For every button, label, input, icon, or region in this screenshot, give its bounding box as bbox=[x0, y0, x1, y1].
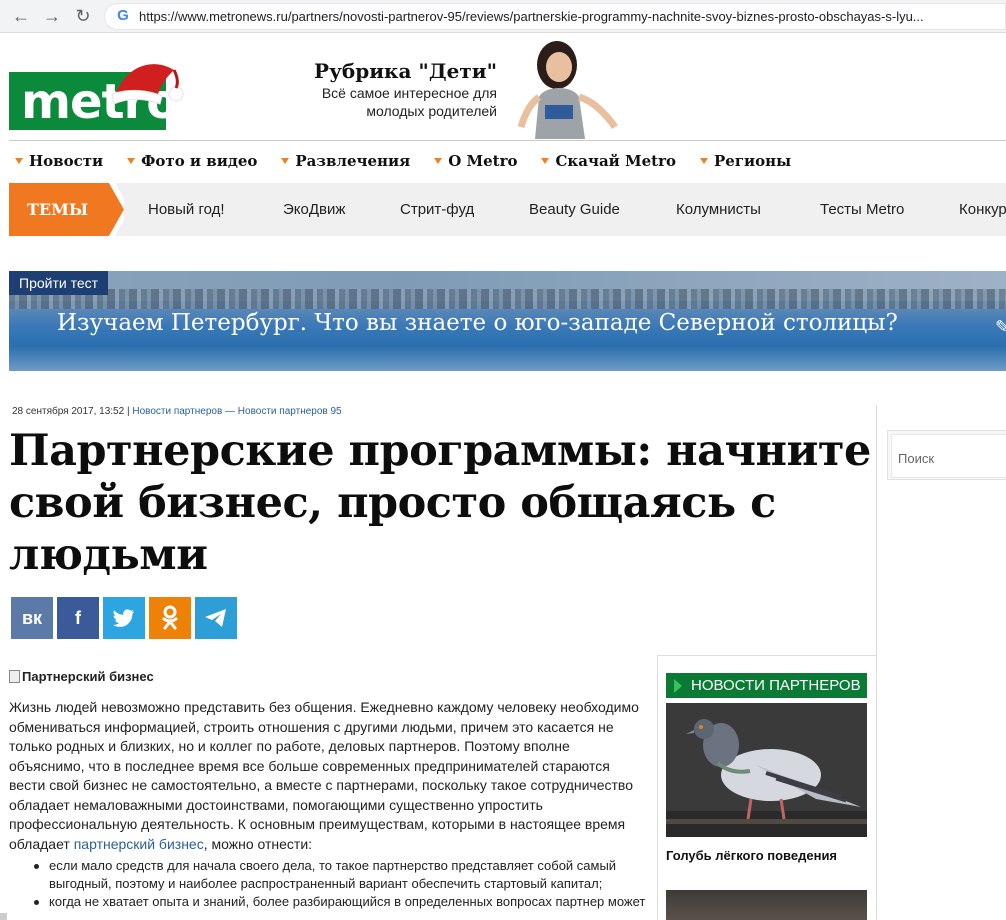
bullet-icon bbox=[34, 864, 39, 869]
browser-toolbar: ← → ↻ G https://www.metronews.ru/partner… bbox=[0, 0, 1006, 33]
promo-title[interactable]: Рубрика "Дети" bbox=[300, 59, 497, 83]
article-title: Партнерские программы: начните свой бизн… bbox=[9, 426, 871, 580]
share-facebook-button[interactable]: f bbox=[57, 597, 99, 639]
nav-item-photo-video[interactable]: Фото и видео bbox=[121, 148, 257, 174]
pencil-icon: ✎ bbox=[995, 317, 1006, 337]
google-icon: G bbox=[117, 7, 129, 24]
nav-triangle-icon bbox=[541, 158, 550, 164]
take-test-badge[interactable]: Пройти тест bbox=[9, 271, 109, 295]
paragraph-text-end: , можно отнести: bbox=[203, 835, 313, 852]
banner-headline[interactable]: Изучаем Петербург. Что вы знаете о юго-з… bbox=[57, 310, 898, 336]
test-banner[interactable]: Пройти тест Изучаем Петербург. Что вы зн… bbox=[9, 271, 1006, 371]
nav-triangle-icon bbox=[15, 158, 23, 164]
nav-label: Скачай Metro bbox=[555, 152, 677, 170]
list-item-text: когда не хватает опыта и знаний, более р… bbox=[49, 894, 646, 909]
url-host: www.metronews.ru bbox=[178, 9, 288, 24]
list-item-text: если мало средств для начала своего дела… bbox=[49, 858, 617, 891]
address-bar[interactable]: G https://www.metronews.ru/partners/novo… bbox=[104, 3, 1006, 30]
column-divider bbox=[876, 405, 877, 920]
banner-skyline bbox=[9, 289, 1006, 309]
back-arrow-icon[interactable]: ← bbox=[10, 5, 32, 27]
share-twitter-button[interactable] bbox=[103, 597, 145, 639]
theme-new-year[interactable]: Новый год! bbox=[148, 201, 225, 218]
article-meta: 28 сентября 2017, 13:52 | Новости партне… bbox=[12, 406, 342, 417]
list-item: когда не хватает опыта и знаний, более р… bbox=[34, 893, 646, 911]
nav-item-about[interactable]: О Metro bbox=[428, 148, 517, 174]
advantages-list: если мало средств для начала своего дела… bbox=[34, 857, 646, 911]
vk-icon: вк bbox=[21, 607, 43, 628]
arrow-right-icon bbox=[674, 679, 682, 693]
partner-business-link[interactable]: партнерский бизнес bbox=[74, 836, 204, 852]
nav-label: Развлечения bbox=[295, 152, 411, 170]
search-widget: Поиск bbox=[887, 430, 1006, 480]
theme-contests[interactable]: Конкур bbox=[959, 201, 1006, 218]
share-odnoklassniki-button[interactable] bbox=[149, 597, 191, 639]
twitter-bird-icon bbox=[113, 609, 134, 627]
url-text[interactable]: https://www.metronews.ru/partners/novost… bbox=[139, 9, 924, 24]
partner-news-heading[interactable]: НОВОСТИ ПАРТНЕРОВ bbox=[666, 673, 867, 698]
article-date: 28 сентября 2017, 13:52 | bbox=[12, 406, 133, 417]
main-navigation: Новости Фото и видео Развлечения О Metro… bbox=[9, 148, 809, 174]
image-alt-text: Партнерский бизнес bbox=[22, 669, 154, 684]
partner-news-next-thumbnail[interactable] bbox=[666, 890, 867, 920]
theme-street-food[interactable]: Стрит-фуд bbox=[400, 201, 474, 218]
nav-item-regions[interactable]: Регионы bbox=[694, 148, 791, 174]
search-input[interactable]: Поиск bbox=[891, 434, 1006, 478]
page-corner-marker bbox=[0, 913, 7, 920]
paragraph-text: Жизнь людей невозможно представить без о… bbox=[9, 699, 639, 852]
share-vk-button[interactable]: вк bbox=[11, 597, 53, 639]
partner-news-heading-text: НОВОСТИ ПАРТНЕРОВ bbox=[691, 677, 861, 694]
nav-triangle-icon bbox=[127, 158, 136, 164]
list-item: если мало средств для начала своего дела… bbox=[34, 857, 646, 893]
article-category-link[interactable]: Новости партнеров — Новости партнеров 95 bbox=[132, 406, 341, 417]
nav-item-news[interactable]: Новости bbox=[9, 148, 103, 174]
themes-bar: ТЕМЫ Новый год! ЭкоДвиж Стрит-фуд Beauty… bbox=[9, 183, 1006, 236]
search-placeholder: Поиск bbox=[898, 451, 935, 466]
theme-beauty-guide[interactable]: Beauty Guide bbox=[529, 201, 620, 218]
nav-label: Фото и видео bbox=[141, 152, 258, 170]
forward-arrow-icon[interactable]: → bbox=[41, 5, 63, 27]
article-image-placeholder: Партнерский бизнес bbox=[9, 669, 154, 684]
header-divider bbox=[9, 140, 1006, 141]
reload-icon[interactable]: ↻ bbox=[72, 5, 94, 27]
theme-columnists[interactable]: Колумнисты bbox=[676, 201, 761, 218]
article-paragraph: Жизнь людей невозможно представить без о… bbox=[9, 698, 649, 854]
theme-ecodvizh[interactable]: ЭкоДвиж bbox=[283, 201, 345, 218]
url-prefix: https:// bbox=[139, 9, 179, 24]
nav-item-download[interactable]: Скачай Metro bbox=[535, 148, 676, 174]
url-path: /partners/novosti-partnerov-95/reviews/p… bbox=[287, 9, 924, 24]
nav-label: О Metro bbox=[448, 152, 518, 170]
broken-image-icon bbox=[9, 670, 20, 683]
partner-news-item-title[interactable]: Голубь лёгкого поведения bbox=[666, 848, 837, 863]
promo-subtitle[interactable]: Всё самое интересное для молодых родител… bbox=[300, 84, 497, 120]
telegram-plane-icon bbox=[205, 609, 226, 627]
nav-label: Новости bbox=[29, 152, 104, 170]
nav-triangle-icon bbox=[281, 158, 290, 164]
pigeon-photo[interactable] bbox=[666, 703, 867, 837]
santa-hat-icon bbox=[111, 64, 184, 105]
facebook-icon: f bbox=[75, 607, 81, 628]
bullet-icon bbox=[34, 900, 39, 905]
themes-label[interactable]: ТЕМЫ bbox=[27, 200, 88, 219]
promo-child-photo[interactable] bbox=[515, 35, 622, 139]
nav-triangle-icon bbox=[700, 158, 709, 164]
nav-item-entertainment[interactable]: Развлечения bbox=[275, 148, 410, 174]
nav-triangle-icon bbox=[434, 158, 443, 164]
nav-label: Регионы bbox=[714, 152, 792, 170]
odnoklassniki-icon bbox=[162, 605, 178, 630]
theme-tests-metro[interactable]: Тесты Metro bbox=[820, 201, 904, 218]
share-telegram-button[interactable] bbox=[195, 597, 237, 639]
